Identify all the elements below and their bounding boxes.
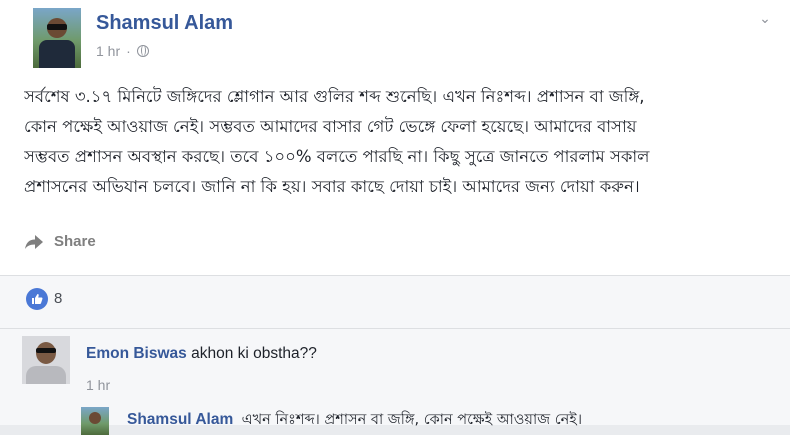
comments-section: Emon Biswas akhon ki obstha?? 1 hr Shams… <box>0 329 790 435</box>
reply-avatar[interactable] <box>81 407 109 435</box>
post-text-line: সম্ভবত প্রশাসন অবস্থান করছে। তবে ১০০% বল… <box>24 147 650 166</box>
dot-separator: · <box>126 43 131 59</box>
post-timestamp[interactable]: 1 hr <box>96 43 120 59</box>
post-body-text: সর্বশেষ ৩.১৭ মিনিটে জঙ্গিদের শ্লোগান আর … <box>24 82 769 202</box>
avatar-shirt <box>26 366 66 384</box>
avatar-sunglasses <box>47 24 67 30</box>
avatar-head <box>36 342 56 364</box>
share-arrow-icon <box>24 234 44 250</box>
post-text-line: সর্বশেষ ৩.১৭ মিনিটে জঙ্গিদের শ্লোগান আর … <box>24 87 645 106</box>
comment-timestamp[interactable]: 1 hr <box>86 377 110 393</box>
reply-comment: Shamsul Alam এখন নিঃশব্দ। প্রশাসন বা জঙ্… <box>127 409 582 433</box>
like-icon[interactable] <box>26 288 48 310</box>
post-meta: 1 hr · <box>96 43 149 59</box>
comment-text: akhon ki obstha?? <box>191 345 317 362</box>
comment: Emon Biswas akhon ki obstha?? <box>86 345 317 363</box>
reactions-bar: 8 <box>0 276 790 328</box>
reply-author[interactable]: Shamsul Alam <box>127 411 233 428</box>
post-text-line: প্রশাসনের অভিযান চলবে। জানি না কি হয়। স… <box>24 177 640 196</box>
chevron-down-icon[interactable]: ⌄ <box>756 12 774 26</box>
avatar-shirt <box>39 40 75 68</box>
post-text-line: কোন পক্ষেই আওয়াজ নেই। সম্ভবত আমাদের বাস… <box>24 117 637 136</box>
avatar-head <box>89 412 101 424</box>
share-button[interactable]: Share <box>24 233 96 250</box>
poster-name[interactable]: Shamsul Alam <box>96 12 233 35</box>
commenter-avatar[interactable] <box>22 336 70 384</box>
globe-icon[interactable] <box>136 45 149 57</box>
poster-avatar[interactable] <box>33 8 81 68</box>
reply-text: এখন নিঃশব্দ। প্রশাসন বা জঙ্গি, কোন পক্ষে… <box>241 412 582 428</box>
avatar-sunglasses <box>36 348 56 353</box>
like-count[interactable]: 8 <box>54 290 62 307</box>
comment-author[interactable]: Emon Biswas <box>86 345 187 362</box>
facebook-post-card: ⌄ Shamsul Alam 1 hr · সর্বশেষ ৩.১৭ মিনিট… <box>0 0 790 435</box>
share-label: Share <box>54 233 96 250</box>
